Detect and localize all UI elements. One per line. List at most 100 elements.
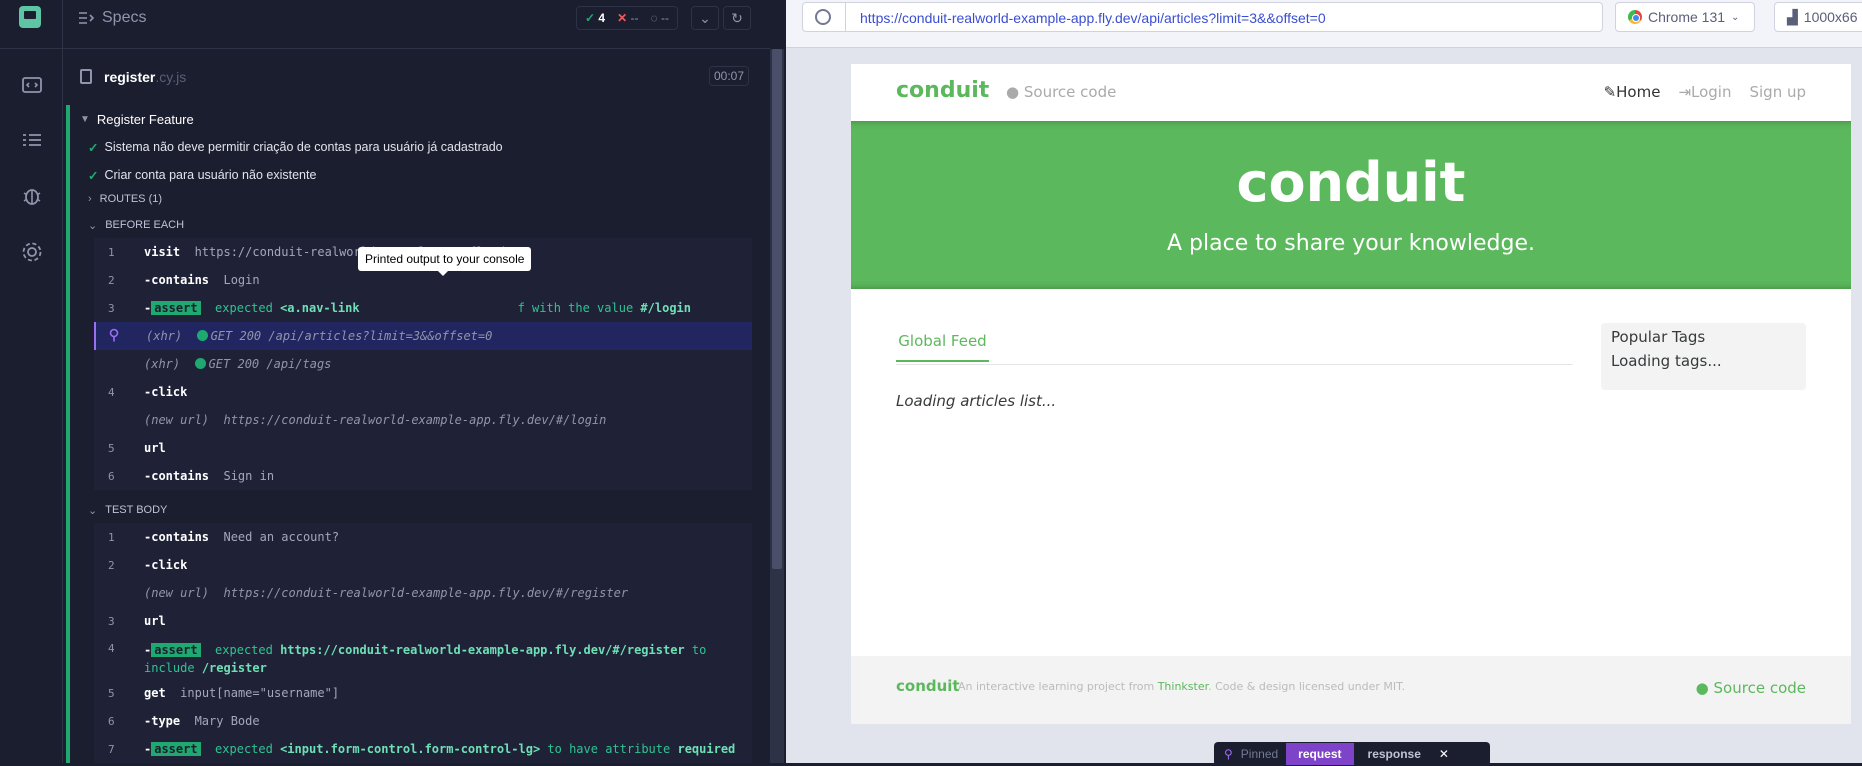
nav-home[interactable]: ✎Home: [1604, 83, 1661, 101]
aut-url-bar: https://conduit-realworld-example-app.fl…: [786, 0, 1862, 48]
github-icon: ●: [1695, 679, 1709, 697]
chevron-down-icon: ▼: [80, 113, 90, 125]
command-row[interactable]: 3- assert expected <a.nav-link f with the …: [94, 294, 752, 322]
before-each-section[interactable]: ⌄ BEFORE EACH: [88, 215, 184, 235]
app-footer: conduit An interactive learning project …: [851, 656, 1851, 724]
chevron-down-icon[interactable]: ⌄: [691, 6, 719, 30]
console-tooltip: Printed output to your console: [358, 247, 532, 276]
chevron-down-icon: ⌄: [1731, 11, 1740, 23]
test-body-section[interactable]: ⌄ TEST BODY: [88, 500, 167, 520]
url-field[interactable]: https://conduit-realworld-example-app.fl…: [802, 2, 1603, 32]
popular-tags-title: Popular Tags: [1611, 328, 1706, 346]
login-icon: ⇥: [1678, 83, 1692, 101]
command-row[interactable]: 6 -contains Sign in: [94, 462, 752, 490]
banner-title: conduit: [1236, 151, 1466, 214]
chevron-down-icon: ⌄: [88, 219, 98, 232]
failed-x-icon: ✕: [617, 11, 628, 25]
test-body-commands: 1 -contains Need an account? 2 -click (new…: [94, 523, 752, 763]
footer-attribution: An interactive learning project from Thi…: [958, 680, 1406, 693]
command-row-selected[interactable]: (xhr) GET 200 /api/articles?limit=3&&off…: [94, 322, 752, 350]
command-row[interactable]: 1 -contains Need an account?: [94, 523, 752, 551]
command-row[interactable]: (new url) https://conduit-realworld-exam…: [94, 406, 752, 434]
viewport-info[interactable]: ▟ 1000x66: [1774, 2, 1862, 32]
nav-links: ✎Home ⇥Login Sign up: [1604, 83, 1806, 101]
restart-icon[interactable]: ↻: [723, 6, 751, 30]
pinned-command-toolbar: ⚲ Pinned request response ✕: [1214, 742, 1490, 766]
routes-section[interactable]: › ROUTES (1): [88, 189, 162, 209]
command-log-reporter: Specs ✓ 4 ✕ -- ◌ -- ⌄ ↻ register.cy.js 0…: [63, 0, 770, 763]
nav-signup[interactable]: Sign up: [1749, 83, 1806, 101]
command-row[interactable]: 5 url: [94, 434, 752, 462]
spec-filename: register.cy.js: [104, 69, 187, 85]
command-row[interactable]: 6 -type Mary Bode: [94, 707, 752, 735]
cypress-logo-icon[interactable]: [19, 6, 41, 28]
failed-count: --: [630, 11, 639, 25]
status-dot-icon: [194, 358, 206, 369]
edit-icon: ✎: [1603, 83, 1617, 101]
pin-icon: [109, 328, 119, 342]
test-title[interactable]: ✓ Sistema não deve permitir criação de co…: [88, 135, 503, 159]
spec-file-header: register.cy.js 00:07: [63, 57, 770, 99]
settings-gear-icon[interactable]: [19, 239, 45, 265]
reporter-scrollbar[interactable]: [770, 49, 784, 763]
status-dot-icon: [196, 330, 208, 341]
banner-subtitle: A place to share your knowledge.: [1167, 231, 1535, 256]
test-title[interactable]: ✓ Criar conta para usuário não existente: [88, 163, 316, 187]
footer-brand[interactable]: conduit: [896, 677, 960, 695]
suite-title[interactable]: ▼ Register Feature: [70, 105, 194, 133]
command-row[interactable]: (new url) https://conduit-realworld-exam…: [94, 579, 752, 607]
navbar-brand[interactable]: conduit: [896, 78, 989, 103]
debug-bug-icon[interactable]: [19, 183, 45, 209]
thinkster-link[interactable]: Thinkster: [1158, 680, 1208, 693]
command-row[interactable]: 7- assert expected <input.form-control.fo…: [94, 735, 752, 763]
specs-icon[interactable]: [19, 72, 45, 98]
specs-toggle[interactable]: Specs: [78, 6, 146, 30]
tags-loading: Loading tags...: [1611, 352, 1722, 370]
source-code-link[interactable]: ● Source code: [1006, 83, 1116, 101]
app-under-test-panel: https://conduit-realworld-example-app.fl…: [786, 0, 1862, 766]
nav-login[interactable]: ⇥Login: [1678, 83, 1731, 101]
github-icon: ●: [1006, 83, 1020, 101]
command-row[interactable]: 2 -click: [94, 551, 752, 579]
scrollbar-thumb[interactable]: [772, 49, 782, 569]
command-row[interactable]: (xhr) GET 200 /api/tags: [94, 350, 752, 378]
collapse-specs-icon: [79, 12, 94, 24]
side-nav: [0, 0, 63, 763]
request-tab[interactable]: request: [1286, 743, 1354, 765]
response-tab[interactable]: response: [1362, 743, 1427, 765]
check-icon: ✓: [88, 168, 99, 183]
conduit-app: conduit ● Source code ✎Home ⇥Login Sign …: [851, 64, 1851, 724]
document-icon: [80, 69, 92, 84]
selector-playground-crosshair-icon[interactable]: [815, 9, 831, 25]
spec-duration: 00:07: [709, 66, 750, 86]
app-navbar: conduit ● Source code ✎Home ⇥Login Sign …: [851, 64, 1851, 121]
url-text: https://conduit-realworld-example-app.fl…: [860, 10, 1326, 26]
test-stats: ✓ 4 ✕ -- ◌ --: [576, 6, 678, 30]
footer-source-code-link[interactable]: ● Source code: [1696, 679, 1806, 697]
runnables: ▼ Register Feature ✓ Sistema não deve per…: [70, 105, 760, 763]
command-row[interactable]: 3 url: [94, 607, 752, 635]
reporter-header: Specs ✓ 4 ✕ -- ◌ -- ⌄ ↻: [63, 0, 770, 49]
before-each-commands: 1visit https://conduit-realworld-example…: [94, 238, 752, 490]
command-row[interactable]: 4 -click: [94, 378, 752, 406]
specs-label: Specs: [102, 9, 147, 26]
tab-global-feed[interactable]: Global Feed: [896, 332, 989, 362]
hero-banner: conduit A place to share your knowledge.: [851, 121, 1851, 289]
browser-selector[interactable]: Chrome 131 ⌄: [1615, 2, 1755, 32]
popular-tags-sidebar: Popular Tags Loading tags...: [1601, 323, 1806, 390]
pending-count: --: [660, 11, 669, 25]
command-row[interactable]: 5 get input[name="username"]: [94, 679, 752, 707]
pinned-label: Pinned: [1240, 747, 1279, 761]
ruler-icon: ▟: [1787, 8, 1798, 25]
chrome-icon: [1628, 10, 1642, 24]
command-row[interactable]: 4- assert expected https://conduit-realwo…: [94, 635, 752, 679]
chevron-down-icon: ⌄: [88, 504, 98, 517]
pin-icon: ⚲: [1224, 747, 1233, 761]
runs-icon[interactable]: [19, 127, 45, 153]
passed-check-icon: ✓: [585, 11, 596, 25]
check-icon: ✓: [88, 140, 99, 155]
passed-count: 4: [598, 11, 606, 25]
close-icon[interactable]: ✕: [1439, 747, 1449, 761]
articles-loading: Loading articles list...: [896, 392, 1057, 410]
chevron-right-icon: ›: [88, 193, 92, 205]
